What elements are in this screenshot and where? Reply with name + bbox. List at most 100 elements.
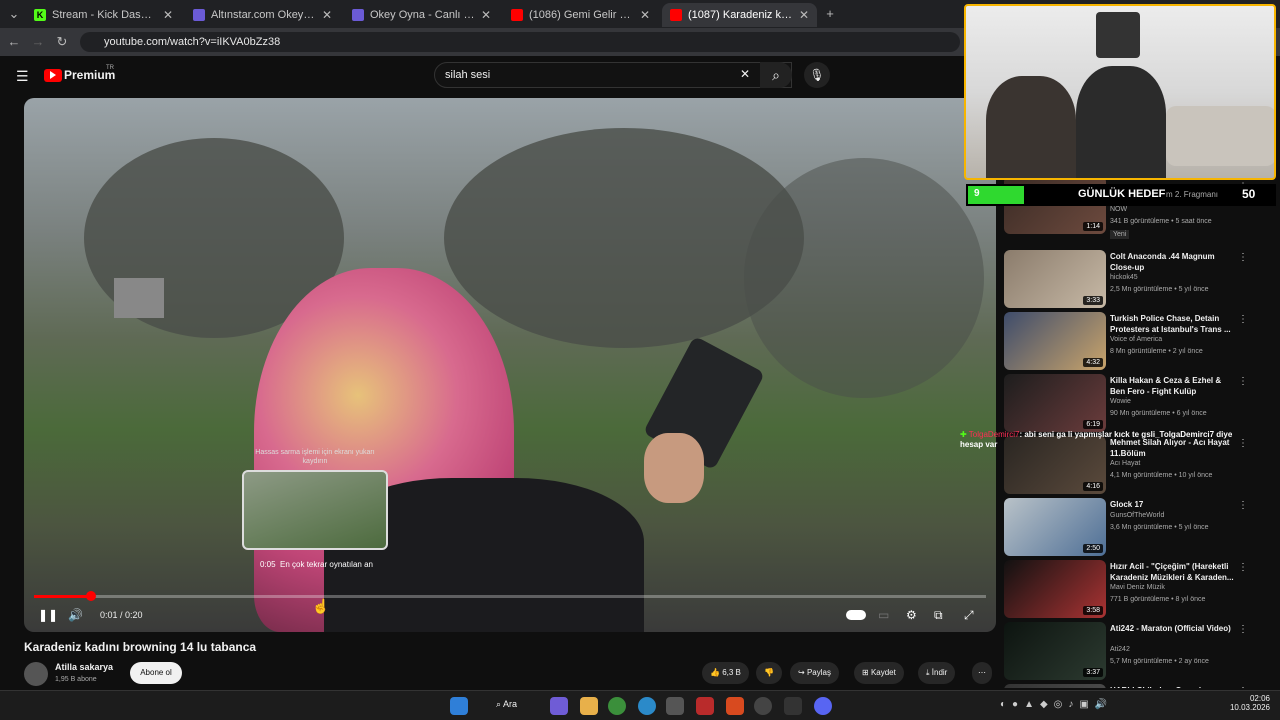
- miniplayer-icon[interactable]: ⧉: [934, 608, 943, 623]
- dislike-button[interactable]: 👎: [756, 662, 782, 684]
- more-vert-icon[interactable]: ⋮: [1238, 686, 1248, 688]
- chat-username: TolgaDemirci7: [968, 430, 1020, 439]
- subtitles-icon[interactable]: ▭: [878, 608, 889, 622]
- forward-icon[interactable]: →: [30, 34, 46, 49]
- recommendation-title[interactable]: HARLI Chibuke - Opuraln: [1110, 685, 1234, 688]
- subscribe-button[interactable]: Abone ol: [130, 662, 182, 684]
- recommendation-item[interactable]: 3:37 Ati242 - Maraton (Official Video) Ati…: [1004, 622, 1274, 680]
- progress-bar[interactable]: [34, 591, 986, 601]
- app-icon[interactable]: [784, 697, 802, 715]
- edge-icon[interactable]: [638, 697, 656, 715]
- scrubber-handle[interactable]: [86, 591, 97, 601]
- tab-gemi-gelir[interactable]: (1086) Gemi Gelir Limandan ✕: [503, 3, 658, 27]
- tab-karadeniz-active[interactable]: (1087) Karadeniz kadını bro ✕: [662, 3, 817, 27]
- app-icon[interactable]: [696, 697, 714, 715]
- recommendation-item[interactable]: 2:50 Glock 17 GunsOfTheWorld 3,6 Mn görüntü…: [1004, 498, 1274, 556]
- tab-altinstar[interactable]: Altınstar.com Okey 101 ve Düz ✕: [185, 3, 340, 27]
- recommendation-channel[interactable]: Mavi Deniz Müzik: [1110, 584, 1165, 591]
- close-icon[interactable]: ✕: [799, 8, 809, 22]
- wall-logo-shape: [1096, 12, 1140, 58]
- close-icon[interactable]: ✕: [481, 8, 491, 22]
- video-player[interactable]: Hassas sarma işlemi için ekranı yukarı k…: [24, 98, 996, 632]
- video-thumbnail[interactable]: 6:19: [1004, 374, 1106, 432]
- tab-search-icon[interactable]: ⌄: [6, 6, 22, 22]
- duration-badge: 6:19: [1083, 420, 1103, 429]
- close-icon[interactable]: ✕: [322, 8, 332, 22]
- menu-icon[interactable]: ☰: [16, 68, 29, 85]
- reload-icon[interactable]: ↻: [54, 34, 70, 50]
- video-thumbnail[interactable]: 2:50: [1004, 498, 1106, 556]
- recommendation-channel[interactable]: hickok45: [1110, 274, 1138, 281]
- mic-icon[interactable]: 🎙: [804, 62, 830, 88]
- chrome-icon[interactable]: [608, 697, 626, 715]
- duration-badge: 2:50: [1083, 544, 1103, 553]
- clock[interactable]: 02:06 10.03.2026: [1222, 694, 1270, 712]
- more-vert-icon[interactable]: ⋮: [1238, 376, 1248, 387]
- search-input[interactable]: silah sesi: [434, 62, 792, 88]
- recommendation-item[interactable]: HARLI Chibuke - Opuraln ⋮: [1004, 684, 1274, 688]
- windows-start-icon[interactable]: [450, 697, 468, 715]
- tab-okey-oyna[interactable]: Okey Oyna - Canlı 101 Okey ve ✕: [344, 3, 499, 27]
- recommendation-item[interactable]: 6:19 Killa Hakan & Ceza & Ezhel & Ben Fer…: [1004, 374, 1274, 432]
- settings-icon[interactable]: ⚙: [906, 608, 917, 622]
- recommendation-channel[interactable]: NOW: [1110, 206, 1127, 213]
- kick-icon: K: [34, 9, 46, 21]
- duration-badge: 3:33: [1083, 296, 1103, 305]
- recommendation-title[interactable]: Ati242 - Maraton (Official Video): [1110, 623, 1234, 634]
- save-button[interactable]: ⊞ Kaydet: [854, 662, 904, 684]
- more-vert-icon[interactable]: ⋮: [1238, 252, 1248, 263]
- app-icon[interactable]: [726, 697, 744, 715]
- more-vert-icon[interactable]: ⋮: [1238, 500, 1248, 511]
- more-vert-icon[interactable]: ⋮: [1238, 624, 1248, 635]
- new-tab-icon[interactable]: +: [822, 6, 838, 21]
- discord-icon[interactable]: [814, 697, 832, 715]
- recommendation-title[interactable]: Glock 17: [1110, 499, 1234, 510]
- close-icon[interactable]: ✕: [163, 8, 173, 22]
- recommendation-title[interactable]: Turkish Police Chase, Detain Protesters …: [1110, 313, 1234, 335]
- video-thumbnail[interactable]: 3:58: [1004, 560, 1106, 618]
- share-label: Paylaş: [806, 668, 831, 677]
- close-icon[interactable]: ✕: [640, 8, 650, 22]
- more-vert-icon[interactable]: ⋮: [1238, 562, 1248, 573]
- recommendation-channel[interactable]: Acı Hayat: [1110, 460, 1140, 467]
- app-icon[interactable]: [550, 697, 568, 715]
- recommendation-item[interactable]: 3:58 Hızır Acil - "Çiçeğim" (Hareketli Ka…: [1004, 560, 1274, 618]
- share-button[interactable]: ↪ Paylaş: [790, 662, 839, 684]
- fullscreen-icon[interactable]: ⤢: [964, 608, 974, 623]
- more-vert-icon[interactable]: ⋮: [1238, 314, 1248, 325]
- recommendation-item[interactable]: 4:32 Turkish Police Chase, Detain Protest…: [1004, 312, 1274, 370]
- tree-shape: [744, 158, 984, 398]
- video-thumbnail[interactable]: [1004, 684, 1106, 688]
- video-thumbnail[interactable]: 3:33: [1004, 250, 1106, 308]
- store-icon[interactable]: [666, 697, 684, 715]
- search-button[interactable]: ⌕: [760, 62, 792, 88]
- recommendation-meta: 4,1 Mn görüntüleme • 10 yıl önce: [1110, 472, 1213, 479]
- clear-search-icon[interactable]: ✕: [740, 67, 750, 81]
- file-explorer-icon[interactable]: [580, 697, 598, 715]
- pause-icon[interactable]: ❚❚: [38, 608, 58, 622]
- video-thumbnail[interactable]: 3:37: [1004, 622, 1106, 680]
- like-button[interactable]: 👍 6,3 B: [702, 662, 749, 684]
- volume-icon[interactable]: 🔊: [68, 608, 83, 622]
- recommendation-channel[interactable]: Ati242: [1110, 646, 1130, 653]
- recommendation-channel[interactable]: Voice of America: [1110, 336, 1162, 343]
- tab-kick-dashboard[interactable]: K Stream - Kick Dashboard ✕: [26, 3, 181, 27]
- back-icon[interactable]: ←: [6, 34, 22, 49]
- video-thumbnail[interactable]: 4:32: [1004, 312, 1106, 370]
- app-icon[interactable]: [754, 697, 772, 715]
- recommendation-title[interactable]: Killa Hakan & Ceza & Ezhel & Ben Fero - …: [1110, 375, 1234, 397]
- recommendation-item[interactable]: 3:33 Colt Anaconda .44 Magnum Close-up hic…: [1004, 250, 1274, 308]
- avatar[interactable]: [24, 662, 48, 686]
- recommendation-channel[interactable]: Wowie: [1110, 398, 1131, 405]
- more-options-icon[interactable]: ⋯: [972, 662, 992, 684]
- channel-name[interactable]: Atilla sakarya: [55, 662, 113, 672]
- system-tray-icons[interactable]: ◐●▲◆◎♪▣🔊: [1000, 699, 1113, 710]
- autoplay-toggle[interactable]: [846, 610, 866, 620]
- taskbar-search[interactable]: ⌕ Ara: [496, 699, 517, 710]
- download-button[interactable]: ⤓ İndir: [918, 662, 956, 684]
- recommendation-title[interactable]: Colt Anaconda .44 Magnum Close-up: [1110, 251, 1234, 273]
- duration-badge: 3:37: [1083, 668, 1103, 677]
- recommendation-title[interactable]: Hızır Acil - "Çiçeğim" (Hareketli Karade…: [1110, 561, 1234, 583]
- recommendation-channel[interactable]: GunsOfTheWorld: [1110, 512, 1164, 519]
- url-input[interactable]: youtube.com/watch?v=iIKVA0bZz38: [80, 32, 960, 52]
